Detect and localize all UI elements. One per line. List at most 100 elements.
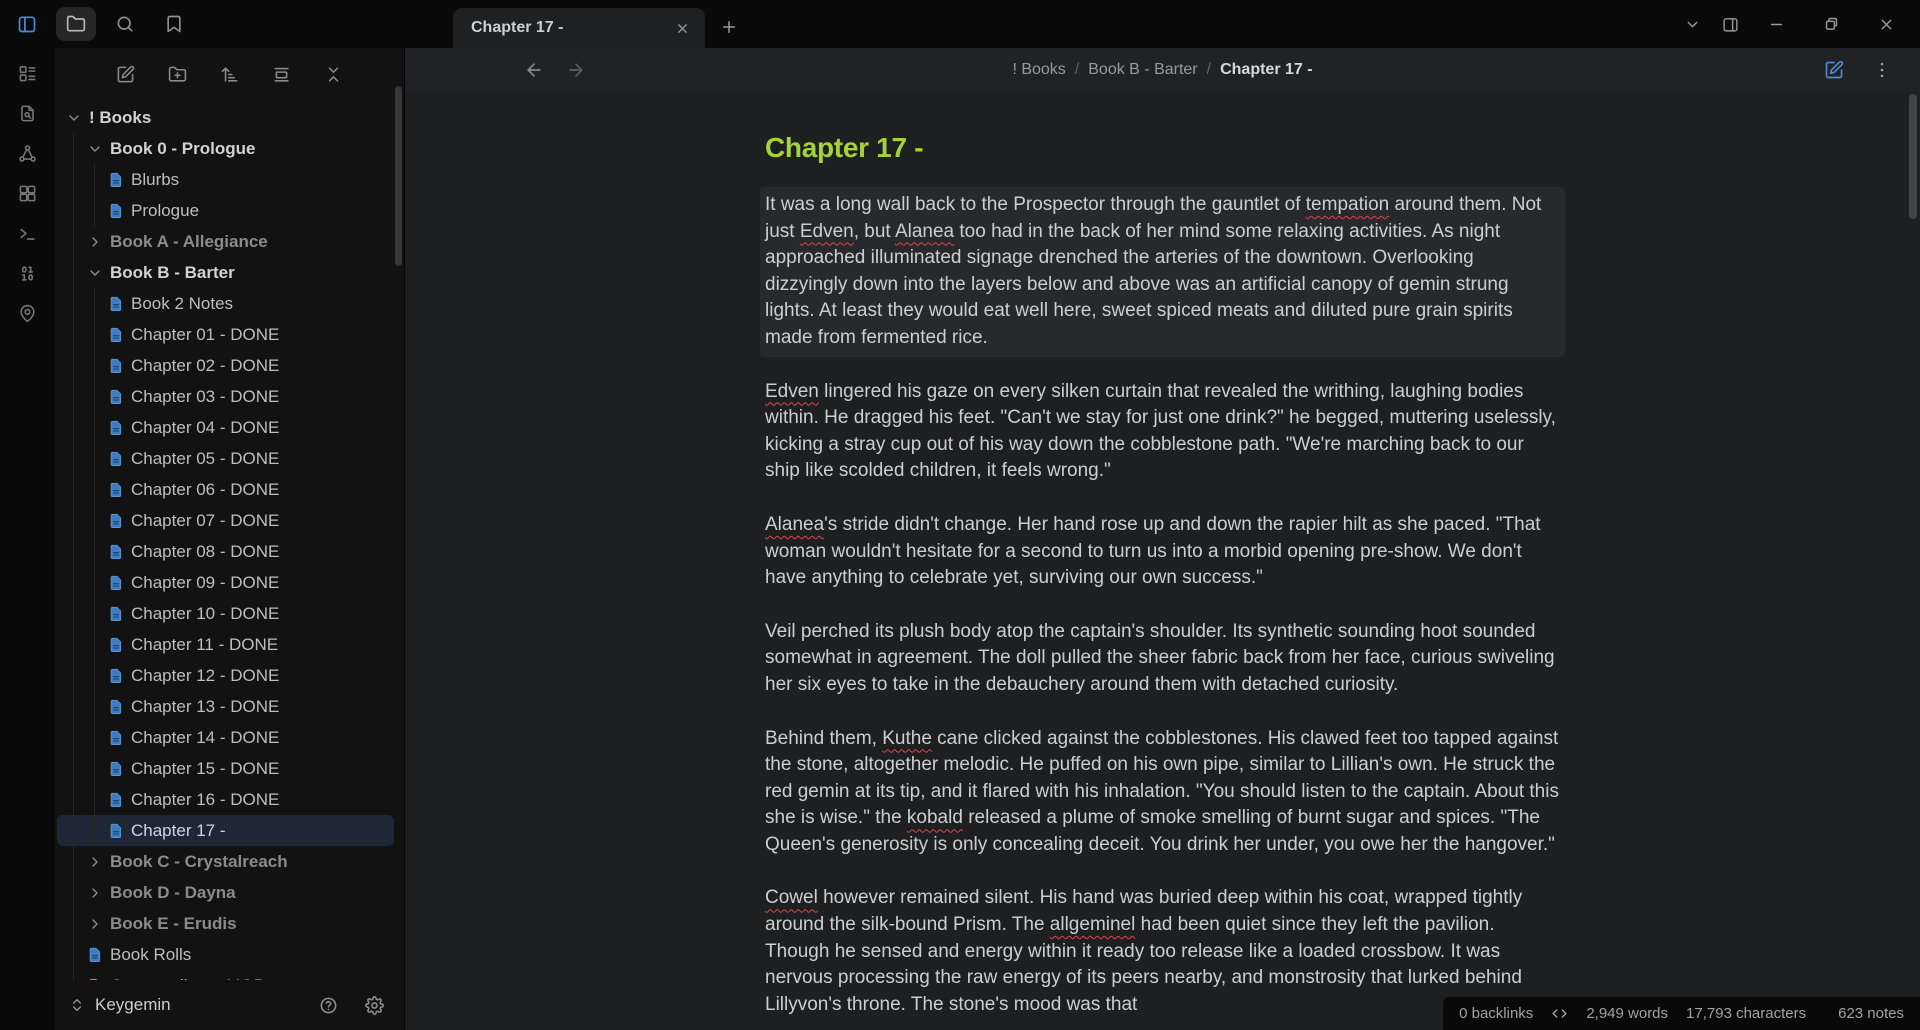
edit-mode-button[interactable] — [1818, 55, 1850, 85]
editor-pane: ! Books / Book B - Barter / Chapter 17 - Cha… — [405, 48, 1920, 1030]
tree-item[interactable]: Book B - Barter — [57, 257, 394, 288]
frame-view-button[interactable] — [267, 59, 297, 89]
new-note-button[interactable] — [111, 59, 141, 89]
tree-item[interactable]: Chapter 05 - DONE — [57, 443, 394, 474]
tree-item[interactable]: Book E - Erudis — [57, 908, 394, 939]
tree-item[interactable]: Chapter 02 - DONE — [57, 350, 394, 381]
chevron-right-icon — [85, 914, 105, 934]
tree-item-label: Chapter 05 - DONE — [131, 448, 280, 468]
bookmarks-view-button[interactable] — [154, 7, 194, 41]
paragraph[interactable]: Edven lingered his gaze on every silken … — [765, 379, 1560, 485]
paragraph[interactable]: Veil perched its plush body atop the cap… — [765, 619, 1560, 699]
paragraph[interactable]: It was a long wall back to the Prospecto… — [765, 192, 1560, 352]
tree-item[interactable]: Chapter 08 - DONE — [57, 536, 394, 567]
tab-list-dropdown-button[interactable] — [1673, 0, 1711, 48]
tree-item[interactable]: Chapter 14 - DONE — [57, 722, 394, 753]
new-tab-button[interactable] — [711, 10, 747, 44]
document[interactable]: Chapter 17 - It was a long wall back to … — [765, 92, 1560, 1018]
character-count[interactable]: 17,793 characters — [1686, 1005, 1806, 1022]
restore-button[interactable] — [1804, 0, 1859, 48]
indent-guide — [94, 598, 95, 629]
editor-scrollbar-thumb[interactable] — [1909, 94, 1917, 219]
files-view-button[interactable] — [56, 7, 96, 41]
tree-item[interactable]: Chapter 07 - DONE — [57, 505, 394, 536]
card-list-icon[interactable] — [14, 59, 42, 87]
settings-gear-button[interactable] — [362, 993, 386, 1017]
misspelled-word: Kuthe — [882, 727, 932, 749]
indent-guide — [73, 722, 74, 753]
binary-icon[interactable] — [14, 259, 42, 287]
note-title[interactable]: Chapter 17 - — [765, 132, 1560, 164]
titlebar-left-buttons — [7, 0, 194, 48]
tree-item[interactable]: Chapter 12 - DONE — [57, 660, 394, 691]
sidebar-scrollbar-thumb[interactable] — [395, 86, 402, 266]
paragraph[interactable]: Behind them, Kuthe cane clicked against … — [765, 726, 1560, 859]
tree-item[interactable]: Chapter 10 - DONE — [57, 598, 394, 629]
paragraph[interactable]: Alanea's stride didn't change. Her hand … — [765, 512, 1560, 592]
tree-item-label: Chapter 01 - DONE — [131, 324, 280, 344]
breadcrumb-segment[interactable]: Book B - Barter — [1088, 61, 1197, 79]
tree-item[interactable]: Book D - Dayna — [57, 877, 394, 908]
tree-item[interactable]: Chapter 13 - DONE — [57, 691, 394, 722]
tree-item-label: Chapter 10 - DONE — [131, 603, 280, 623]
forward-button[interactable] — [559, 55, 593, 85]
file-search-icon[interactable] — [14, 99, 42, 127]
indent-guide — [94, 319, 95, 350]
tree-item[interactable]: Chapter 11 - DONE — [57, 629, 394, 660]
layout-grid-icon[interactable] — [14, 179, 42, 207]
tree-item[interactable]: Book A - Allegiance — [57, 226, 394, 257]
indent-guide — [73, 567, 74, 598]
file-icon — [106, 666, 126, 686]
breadcrumb-segment[interactable]: ! Books — [1012, 61, 1065, 79]
close-button[interactable] — [1859, 0, 1914, 48]
tree-item[interactable]: Chapter 04 - DONE — [57, 412, 394, 443]
graph-view-icon[interactable] — [14, 139, 42, 167]
indent-guide — [73, 908, 74, 939]
tree-item[interactable]: ! Books — [57, 102, 394, 133]
new-folder-button[interactable] — [163, 59, 193, 89]
collapse-all-button[interactable] — [319, 59, 349, 89]
tree-item[interactable]: Chapter 16 - DONE — [57, 784, 394, 815]
breadcrumb-segment[interactable]: Chapter 17 - — [1220, 61, 1312, 79]
tree-item[interactable]: Book 0 - Prologue — [57, 133, 394, 164]
tab-chapter-17[interactable]: Chapter 17 - — [453, 8, 705, 48]
tree-item-label: Chapter 08 - DONE — [131, 541, 280, 561]
code-toggle-icon[interactable] — [1551, 1005, 1568, 1022]
tree-item[interactable]: Book Rolls — [57, 939, 394, 970]
terminal-icon[interactable] — [14, 219, 42, 247]
backlinks-count[interactable]: 0 backlinks — [1459, 1005, 1533, 1022]
tree-item[interactable]: Chapter 15 - DONE — [57, 753, 394, 784]
vault-switcher[interactable]: Keygemin — [69, 995, 171, 1015]
tree-item[interactable]: Chapter 17 - — [57, 815, 394, 846]
toggle-right-sidebar-button[interactable] — [1711, 0, 1749, 48]
tree-item[interactable]: Chapter 03 - DONE — [57, 381, 394, 412]
tree-item[interactable]: Blurbs — [57, 164, 394, 195]
note-count[interactable]: 623 notes — [1838, 1005, 1904, 1022]
paragraph[interactable]: Cowel however remained silent. His hand … — [765, 885, 1560, 1018]
search-view-button[interactable] — [105, 7, 145, 41]
tree-item[interactable]: Book C - Crystalreach — [57, 846, 394, 877]
tree-item[interactable]: Prologue — [57, 195, 394, 226]
tree-item[interactable]: Book 2 Notes — [57, 288, 394, 319]
minimize-button[interactable] — [1749, 0, 1804, 48]
tree-item[interactable]: Chapter 01 - DONE — [57, 319, 394, 350]
map-pin-icon[interactable] — [14, 299, 42, 327]
more-options-button[interactable] — [1866, 55, 1898, 85]
indent-guide — [73, 319, 74, 350]
sort-order-button[interactable] — [215, 59, 245, 89]
tab-close-icon[interactable] — [669, 15, 695, 41]
indent-guide — [94, 412, 95, 443]
tree-item-label: Book D - Dayna — [110, 882, 236, 902]
window-controls — [1673, 0, 1920, 48]
word-count[interactable]: 2,949 words — [1586, 1005, 1668, 1022]
back-button[interactable] — [517, 55, 551, 85]
toggle-left-sidebar-button[interactable] — [7, 7, 47, 41]
tree-item[interactable]: Chapter 09 - DONE — [57, 567, 394, 598]
tree-item[interactable]: Compendium - MOB — [57, 970, 394, 980]
file-icon — [106, 573, 126, 593]
tree-item[interactable]: Chapter 06 - DONE — [57, 474, 394, 505]
help-button[interactable] — [316, 993, 340, 1017]
tree-item-label: Book A - Allegiance — [110, 231, 268, 251]
tree-item-label: Compendium - MOB — [110, 976, 265, 981]
indent-guide — [94, 567, 95, 598]
